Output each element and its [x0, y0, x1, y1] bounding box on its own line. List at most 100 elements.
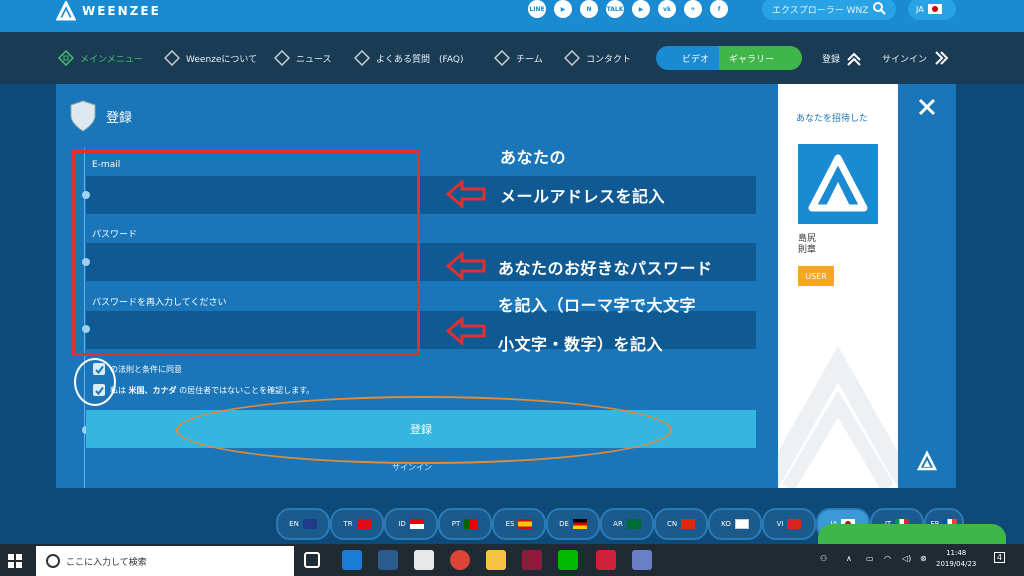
close-column [898, 84, 956, 488]
flag-icon [464, 519, 479, 529]
explorer-search[interactable]: エクスプローラー WNZ [762, 0, 896, 20]
lang-es[interactable]: ES [492, 508, 546, 540]
line-icon[interactable] [558, 550, 578, 570]
nav-news[interactable]: ニュース [274, 48, 332, 68]
cortana-icon [46, 554, 60, 568]
brand-name: WEENZEE [82, 4, 161, 18]
flag-icon [787, 519, 802, 529]
left-arrow-icon [446, 180, 486, 208]
nav-faq[interactable]: よくある質問 (FAQ) [354, 48, 463, 68]
annotation-text: 小文字・数字）を記入 [498, 335, 664, 354]
explorer-search-label: エクスプローラー WNZ [772, 5, 869, 16]
flag-icon [518, 519, 533, 529]
brand-logo[interactable]: WEENZEE [56, 0, 161, 22]
annotation-text: あなたの [500, 148, 567, 167]
nav-about[interactable]: Weenzeについて [164, 48, 257, 68]
diamond-icon [58, 50, 74, 66]
flag-icon [626, 519, 641, 529]
talk-icon[interactable]: TALK [606, 0, 624, 18]
lang-ko[interactable]: KO [708, 508, 762, 540]
inviter-sidebar: あなたを招待した 島尻 則章 USER [778, 84, 898, 488]
signin-link[interactable]: サインイン [392, 462, 432, 473]
diamond-icon [564, 50, 580, 66]
chevron-decoration [778, 345, 898, 488]
chevron-right-icon [935, 51, 949, 65]
flag-icon [734, 519, 749, 529]
n-icon[interactable]: N [580, 0, 598, 18]
lang-pt[interactable]: PT [438, 508, 492, 540]
windows-start-icon[interactable] [8, 554, 22, 568]
question-icon [354, 50, 370, 66]
video-button[interactable]: ビデオ [656, 46, 720, 70]
chrome-icon[interactable] [450, 550, 470, 570]
battery-icon[interactable]: ▭ [866, 554, 874, 563]
mail-icon[interactable] [414, 550, 434, 570]
task-view-icon[interactable] [304, 552, 320, 568]
invited-by-label: あなたを招待した [796, 114, 869, 124]
annotation-orange-ellipse [176, 396, 672, 464]
terms-label: の法則と条件に同意 [110, 365, 182, 374]
close-icon[interactable] [918, 98, 936, 116]
social-icons: LINE ▶ N TALK ▶ vk ✈ f [528, 0, 728, 18]
diamond-icon [494, 50, 510, 66]
annotation-red-box [72, 150, 420, 356]
lang-vi[interactable]: VI [762, 508, 816, 540]
telegram-icon[interactable]: ✈ [684, 0, 702, 18]
diamond-icon [274, 50, 290, 66]
people-icon[interactable]: ⚇ [820, 554, 827, 563]
flag-icon [356, 519, 371, 529]
language-selector[interactable]: JA [908, 0, 956, 20]
avatar [798, 144, 878, 224]
vk-icon[interactable]: vk [658, 0, 676, 18]
main-nav: メインメニュー Weenzeについて ニュース よくある質問 (FAQ) チーム… [0, 32, 1024, 84]
form-title: 登録 [70, 100, 132, 132]
lang-de[interactable]: DE [546, 508, 600, 540]
lang-cn[interactable]: CN [654, 508, 708, 540]
store-icon[interactable] [378, 550, 398, 570]
play-icon[interactable]: ▶ [554, 0, 572, 18]
folder-icon[interactable] [486, 550, 506, 570]
inviter-name: 島尻 則章 [798, 234, 817, 255]
chevron-up-icon[interactable]: ∧ [846, 554, 852, 563]
chevron-up-icon [847, 52, 861, 66]
notification-icon[interactable]: 4 [994, 552, 1006, 563]
edge-icon[interactable] [342, 550, 362, 570]
lang-tr[interactable]: TR [330, 508, 384, 540]
annotation-white-circle [74, 358, 116, 406]
flag-icon [681, 519, 696, 529]
flag-icon [572, 519, 587, 529]
lang-en[interactable]: EN [276, 508, 330, 540]
diamond-icon [164, 50, 180, 66]
nav-main-menu[interactable]: メインメニュー [58, 48, 143, 68]
weenzee-logo-icon [56, 1, 76, 21]
lang-ar[interactable]: AR [600, 508, 654, 540]
shield-icon [70, 100, 96, 132]
paint-icon[interactable] [632, 550, 652, 570]
japan-flag-icon [927, 4, 942, 14]
wifi-icon[interactable]: ◠ [884, 554, 891, 563]
nav-team[interactable]: チーム [494, 48, 543, 68]
media-pill: ビデオ ギャラリー [656, 46, 803, 70]
app-icon[interactable] [596, 550, 616, 570]
volume-icon[interactable]: ◁) [902, 554, 911, 563]
youtube-icon[interactable]: ▶ [632, 0, 650, 18]
line-icon[interactable]: LINE [528, 0, 546, 18]
gallery-button[interactable]: ギャラリー [719, 46, 803, 70]
lang-id[interactable]: ID [384, 508, 438, 540]
left-arrow-icon [446, 252, 486, 280]
nav-register[interactable]: 登録 [822, 48, 862, 68]
taskbar-search[interactable]: ここに入力して検索 [36, 546, 294, 576]
facebook-icon[interactable]: f [710, 0, 728, 18]
language-code: JA [916, 4, 924, 14]
search-icon[interactable] [872, 1, 886, 15]
taskbar-clock[interactable]: 11:48 2019/04/23 [936, 548, 976, 570]
flag-icon [409, 519, 424, 529]
nav-contact[interactable]: コンタクト [564, 48, 631, 68]
windows-taskbar: ここに入力して検索 ⚇ ∧ ▭ ◠ ◁) ⊗ 11:48 2019/04/23 … [0, 544, 1024, 576]
ime-icon[interactable]: ⊗ [920, 554, 927, 563]
weenzee-logo-icon [916, 450, 938, 471]
app-icon[interactable] [522, 550, 542, 570]
residence-label: 私は 米国、カナダ の居住者ではないことを確認します。 [110, 386, 315, 395]
nav-signin[interactable]: サインイン [882, 48, 949, 68]
left-arrow-icon [446, 317, 486, 345]
